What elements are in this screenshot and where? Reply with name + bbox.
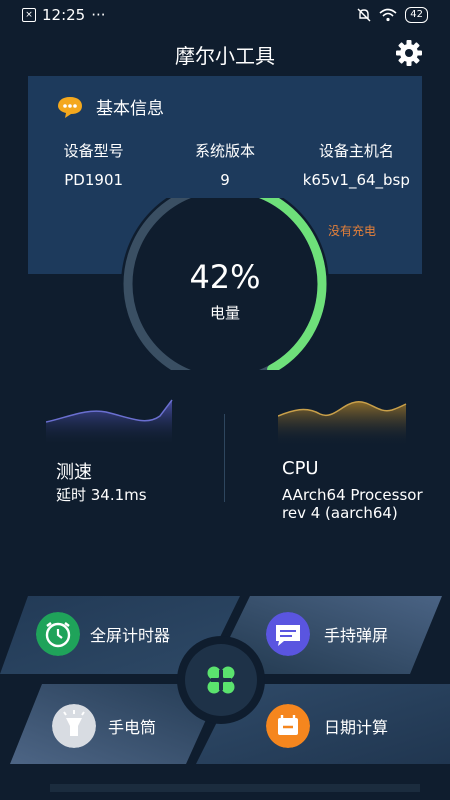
- hostname-label: 设备主机名: [318, 142, 394, 160]
- wifi-icon: [379, 8, 397, 22]
- cpu-title: CPU: [282, 458, 319, 479]
- hostname-value: k65v1_64_bsp: [302, 171, 410, 189]
- basic-info-title: 基本信息: [96, 99, 164, 119]
- message-bubble-icon[interactable]: [266, 612, 310, 656]
- cpu-desc-line1: AArch64 Processor: [282, 486, 423, 504]
- notification-icon: ×: [22, 8, 36, 22]
- battery-label: 电量: [209, 304, 240, 322]
- cpu-wave-graphic: [278, 401, 407, 446]
- calendar-icon[interactable]: [266, 704, 310, 748]
- alarm-clock-icon[interactable]: [36, 612, 80, 656]
- battery-percent: 42%: [189, 258, 261, 296]
- chat-bubble-icon: [58, 96, 82, 118]
- flashlight-icon[interactable]: [52, 704, 96, 748]
- hostname-column: 设备主机名 k65v1_64_bsp: [291, 140, 422, 189]
- handheld-marquee-label[interactable]: 手持弹屏: [324, 622, 388, 646]
- battery-indicator: 42: [405, 7, 428, 23]
- status-dots: ···: [91, 6, 106, 24]
- flashlight-label[interactable]: 手电筒: [108, 714, 156, 738]
- status-bar: × 12:25 ··· 42: [0, 0, 450, 32]
- device-info-columns: 设备型号 PD1901 系统版本 9 设备主机名 k65v1_64_bsp: [28, 140, 422, 189]
- charging-status: 没有充电: [328, 224, 377, 238]
- system-version-value: 9: [220, 171, 230, 189]
- stats-divider: [224, 414, 225, 502]
- settings-gear-icon[interactable]: [394, 38, 424, 68]
- speed-latency: 延时 34.1ms: [56, 486, 147, 504]
- device-model-value: PD1901: [64, 171, 124, 189]
- device-model-label: 设备型号: [63, 142, 124, 160]
- system-version-label: 系统版本: [194, 142, 255, 160]
- cpu-desc-line2: rev 4 (aarch64): [282, 504, 398, 522]
- app-title: 摩尔小工具: [175, 44, 275, 68]
- device-model-column: 设备型号 PD1901: [28, 140, 159, 189]
- speed-wave-graphic: [46, 399, 173, 446]
- speed-test-title[interactable]: 测速: [56, 458, 92, 484]
- status-time: 12:25: [42, 6, 86, 24]
- mute-icon: [357, 8, 371, 22]
- system-version-column: 系统版本 9: [159, 140, 290, 189]
- basic-info-header: 基本信息: [56, 94, 164, 119]
- fullscreen-timer-label[interactable]: 全屏计时器: [90, 622, 170, 646]
- date-calc-label[interactable]: 日期计算: [324, 714, 388, 738]
